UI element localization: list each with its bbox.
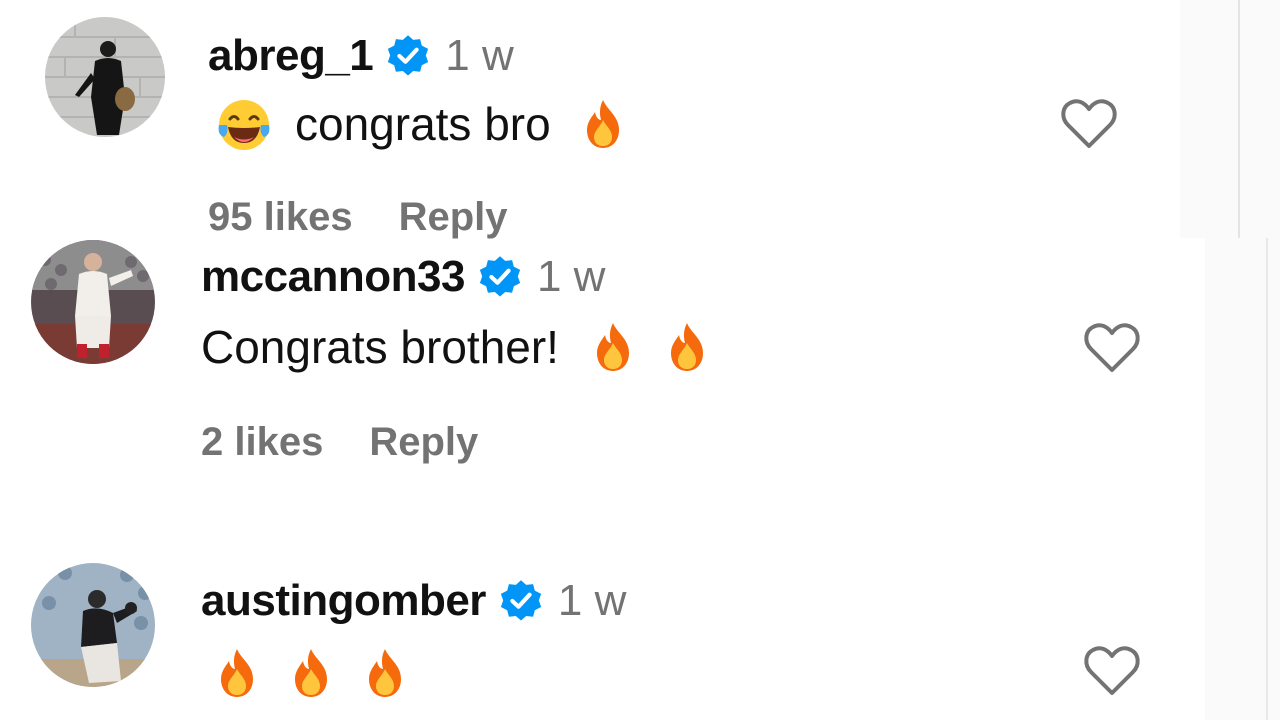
likes-count[interactable]: 95 likes — [208, 195, 353, 240]
gutter-divider-bottom — [1266, 238, 1268, 720]
fire-emoji-icon — [287, 647, 335, 699]
avatar[interactable] — [31, 563, 155, 687]
comment-text: Congrats brother! — [201, 321, 559, 373]
comment-body — [213, 643, 409, 703]
reply-button[interactable]: Reply — [369, 420, 478, 465]
likes-count[interactable]: 2 likes — [201, 420, 323, 465]
avatar[interactable] — [31, 240, 155, 364]
comment-text: congrats bro — [295, 98, 551, 150]
comment-timestamp[interactable]: 1 w — [537, 252, 605, 302]
heart-outline-icon[interactable] — [1082, 643, 1142, 699]
comment-timestamp[interactable]: 1 w — [558, 576, 626, 626]
laugh-emoji-icon — [215, 95, 273, 153]
fire-emoji-icon — [579, 98, 627, 150]
avatar[interactable] — [45, 17, 165, 137]
comment-header: mccannon33 1 w — [201, 249, 605, 305]
comment-actions: 2 likes Reply — [201, 418, 478, 466]
username-link[interactable]: austingomber — [201, 576, 486, 626]
comment-header: austingomber 1 w — [201, 573, 626, 629]
right-gutter-top — [1180, 0, 1280, 238]
fire-emoji-icon — [361, 647, 409, 699]
comment-body: congrats bro — [215, 94, 627, 154]
fire-emoji-icon — [663, 321, 711, 373]
username-link[interactable]: mccannon33 — [201, 252, 465, 302]
heart-outline-icon[interactable] — [1059, 96, 1119, 152]
comment-header: abreg_1 1 w — [208, 28, 514, 84]
comment-actions: 95 likes Reply — [208, 193, 508, 241]
comment-body: Congrats brother! — [201, 317, 711, 377]
right-gutter-bottom — [1205, 238, 1280, 720]
reply-button[interactable]: Reply — [399, 195, 508, 240]
comment-timestamp[interactable]: 1 w — [445, 31, 513, 81]
username-link[interactable]: abreg_1 — [208, 31, 374, 81]
verified-badge-icon — [385, 33, 431, 79]
verified-badge-icon — [498, 578, 544, 624]
fire-emoji-icon — [213, 647, 261, 699]
heart-outline-icon[interactable] — [1082, 320, 1142, 376]
gutter-divider-top — [1238, 0, 1240, 238]
verified-badge-icon — [477, 254, 523, 300]
fire-emoji-icon — [589, 321, 637, 373]
